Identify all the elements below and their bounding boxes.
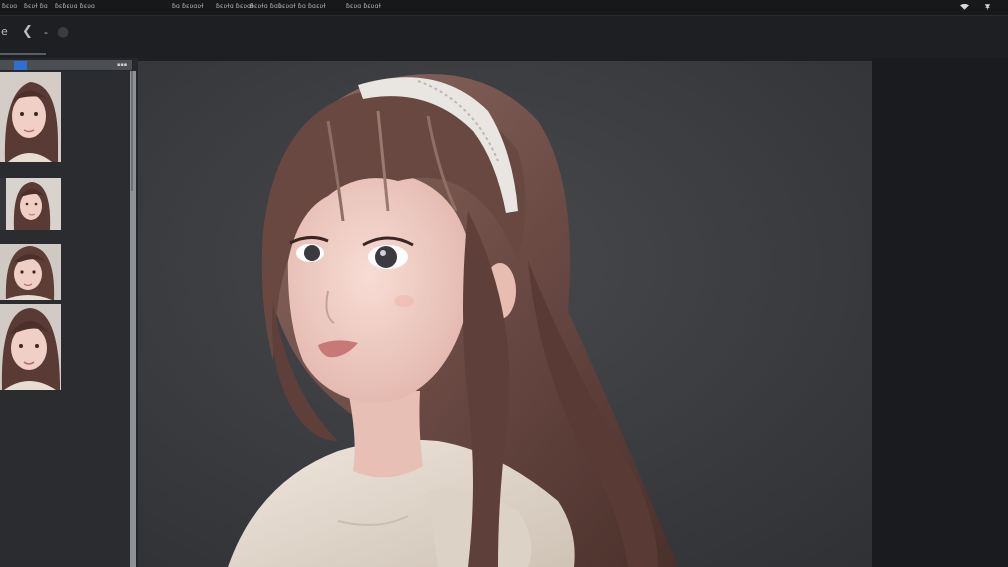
menu-item-6[interactable]: ɓɛʋɫɑ ɓɑʋ [250,3,282,11]
portrait-image [0,72,61,162]
thumbnail-2[interactable] [0,178,61,230]
menu-item-5[interactable]: ɓɛʋɫɑ ɓɛʋɑɫ [216,3,254,11]
circle-icon[interactable]: ● [57,25,69,39]
menu-item-4[interactable]: ɓɑ ɓɛʋɑʋɫ [172,3,204,11]
zoom-slider[interactable]: ▪▪▪ [0,60,132,70]
main-image [138,61,872,567]
wifi-icon[interactable] [960,3,969,11]
portrait-image [138,61,872,567]
panel-menu-icon[interactable]: ▪▪▪ [117,62,129,68]
portrait-image [0,178,61,230]
menu-item-7[interactable]: ɓɛʋɑɫ ɓɑ ɓɑɛʋɫ [278,3,326,11]
eye-icon[interactable]: e [1,25,8,39]
menu-bar: ɓɛʋɑ ɓɛʋɫ ɓɑ ɓɛɓɛʋɑ ɓɛʋɑ ɓɑ ɓɛʋɑʋɫ ɓɛʋɫɑ… [0,0,1008,16]
right-panel [872,58,1008,567]
zoom-slider-knob[interactable] [14,61,27,70]
menu-item-8[interactable]: ɓɛʋɑ ɓɛʋɑɫ [346,3,381,11]
menu-item-1[interactable]: ɓɛʋɑ [2,3,17,11]
scrollbar[interactable] [130,71,136,567]
portrait-image [0,304,61,390]
toolbar: e ❮ - ● [0,16,1008,58]
thumbnail-1[interactable] [0,72,61,162]
thumbnail-4[interactable] [0,304,61,390]
back-icon[interactable]: ❮ [22,25,33,39]
menu-item-2[interactable]: ɓɛʋɫ ɓɑ [24,3,48,11]
pin-icon[interactable] [983,3,992,11]
menu-item-3[interactable]: ɓɛɓɛʋɑ ɓɛʋɑ [55,3,95,11]
panel-tab[interactable] [0,53,46,55]
minus-icon[interactable]: - [44,26,48,40]
thumbnail-panel: ▪▪▪ [0,53,138,567]
thumbnail-3[interactable] [0,244,61,300]
portrait-image [0,244,61,300]
photo-editor-window: ɓɛʋɑ ɓɛʋɫ ɓɑ ɓɛɓɛʋɑ ɓɛʋɑ ɓɑ ɓɛʋɑʋɫ ɓɛʋɫɑ… [0,0,1008,567]
scrollbar-thumb[interactable] [131,71,133,191]
